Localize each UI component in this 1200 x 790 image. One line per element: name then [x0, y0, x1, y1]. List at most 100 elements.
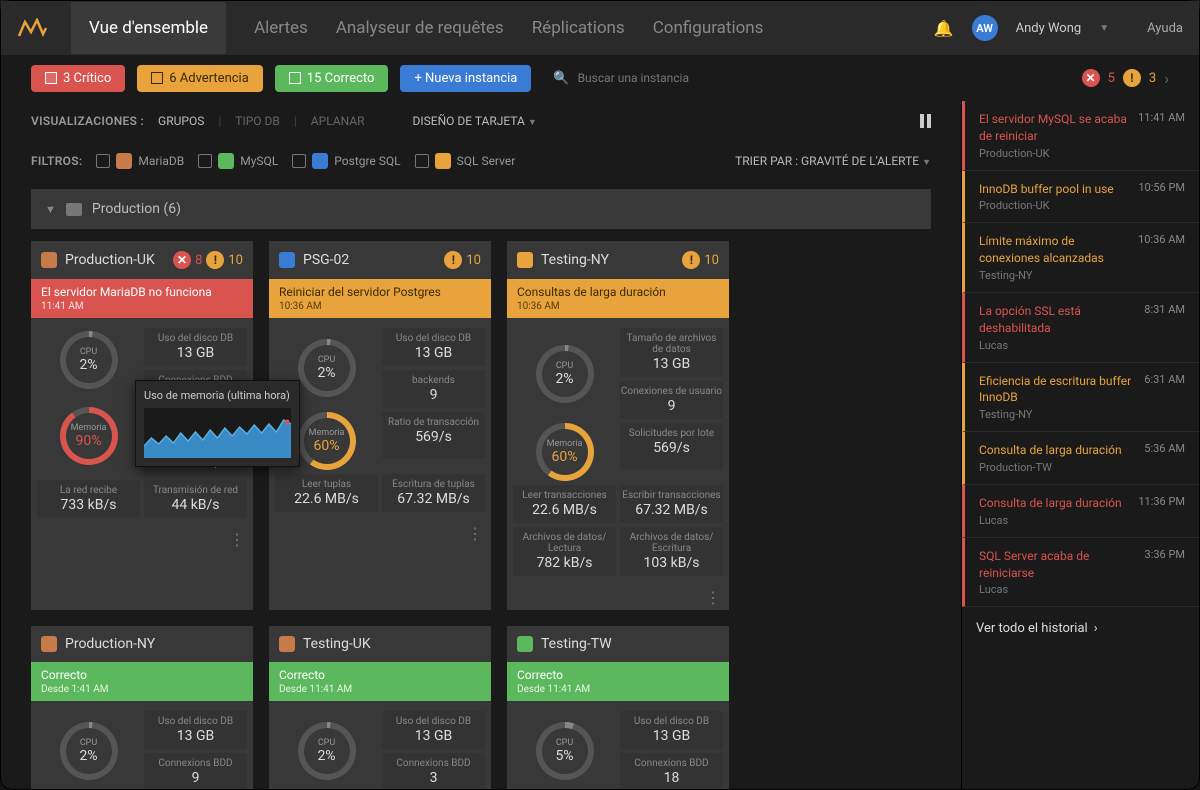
metric: Connexions BDD3	[382, 753, 485, 789]
checkbox[interactable]	[96, 154, 110, 168]
alert-item[interactable]: Consulta de larga duraciónProduction-TW5…	[962, 432, 1199, 485]
card-title: Testing-NY	[541, 252, 674, 268]
nav-tab[interactable]: Réplications	[532, 18, 625, 38]
folder-icon	[66, 203, 82, 216]
chevron-right-icon[interactable]: ›	[1164, 69, 1169, 88]
alert-title: SQL Server acaba de reiniciarse	[979, 548, 1137, 582]
memory-tooltip: Uso de memoria (ultima hora)	[135, 380, 300, 467]
collapse-icon[interactable]: ▼	[45, 203, 56, 216]
sort-dropdown[interactable]: TRIER PAR : GRAVITÉ DE L'ALERTE ▼	[735, 154, 931, 168]
alert-time: 5:36 AM	[1144, 442, 1185, 474]
chevron-down-icon[interactable]: ▼	[1099, 23, 1109, 34]
new-instance-button[interactable]: + Nueva instancia	[400, 65, 531, 92]
alert-title: Límite máximo de conexiones alcanzadas	[979, 233, 1130, 267]
alert-item[interactable]: Consulta de larga duraciónLucas11:36 PM	[962, 485, 1199, 538]
group-header[interactable]: ▼ Production (6)	[31, 189, 931, 229]
instance-card[interactable]: PSG-02!10Reiniciar del servidor Postgres…	[269, 241, 491, 610]
metric: Archivos de datos/ Escritura103 kB/s	[620, 527, 723, 576]
alert-source: Lucas	[979, 583, 1137, 596]
cpu-gauge: CPU2%	[37, 711, 140, 789]
metric: Uso del disco DB13 GB	[382, 328, 485, 366]
db-filter[interactable]: Postgre SQL	[292, 153, 400, 169]
kebab-icon[interactable]: ⋮	[467, 526, 483, 542]
pill-critical[interactable]: 3 Crítico	[31, 65, 125, 92]
alert-item[interactable]: La opción SSL está deshabilitadaLucas8:3…	[962, 293, 1199, 363]
card-design-dropdown[interactable]: DISEÑO DE TARJETA ▼	[413, 114, 537, 128]
view-flatten[interactable]: APLANAR	[311, 114, 365, 128]
nav-tab[interactable]: Analyseur de requêtes	[336, 18, 504, 38]
status-banner: CorrectoDesde 11:41 AM	[507, 662, 729, 701]
checkbox[interactable]	[198, 154, 212, 168]
alert-source: Production-UK	[979, 147, 1130, 160]
instance-card[interactable]: Production-NYCorrectoDesde 1:41 AMCPU2%U…	[31, 626, 253, 789]
kebab-icon[interactable]: ⋮	[229, 532, 245, 548]
alert-time: 3:36 PM	[1145, 548, 1185, 597]
metric: Connexions BDD18	[620, 753, 723, 789]
help-link[interactable]: Ayuda	[1147, 21, 1183, 36]
search-input[interactable]	[578, 71, 754, 85]
db-icon	[435, 153, 451, 169]
status-banner: Consultas de larga duración10:36 AM	[507, 279, 729, 318]
cpu-gauge: CPU2%	[37, 328, 140, 392]
pill-warning[interactable]: 6 Advertencia	[137, 65, 263, 92]
db-icon	[312, 153, 328, 169]
instance-card[interactable]: Testing-UKCorrectoDesde 11:41 AMCPU2%Uso…	[269, 626, 491, 789]
db-icon	[41, 252, 57, 268]
alert-item[interactable]: Eficiencia de escritura buffer InnoDBTes…	[962, 363, 1199, 433]
metric: Connexions BDD9	[144, 753, 247, 789]
nav-tab[interactable]: Configurations	[653, 18, 764, 38]
view-type[interactable]: TIPO DB	[235, 114, 280, 128]
status-banner: CorrectoDesde 1:41 AM	[31, 662, 253, 701]
metric: backends9	[382, 370, 485, 408]
cpu-gauge: CPU2%	[275, 711, 378, 789]
group-title: Production (6)	[92, 201, 181, 217]
error-badge-icon: ✕	[173, 251, 191, 269]
alert-item[interactable]: Límite máximo de conexiones alcanzadasTe…	[962, 223, 1199, 293]
metric: Archivos de datos/ Lectura782 kB/s	[513, 527, 616, 576]
memory-gauge: Memoria90%	[37, 396, 140, 476]
metric: Conexiones de usuario9	[620, 381, 723, 419]
alert-item[interactable]: InnoDB buffer pool in useProduction-UK10…	[962, 171, 1199, 224]
db-icon	[218, 153, 234, 169]
sparkline-chart	[144, 408, 291, 458]
nav-tab[interactable]: Vue d'ensemble	[71, 2, 226, 54]
view-history-link[interactable]: Ver todo el historial›	[962, 607, 1199, 650]
db-filter[interactable]: SQL Server	[415, 153, 516, 169]
db-filter[interactable]: MariaDB	[96, 153, 184, 169]
kebab-icon[interactable]: ⋮	[705, 590, 721, 606]
checkbox[interactable]	[415, 154, 429, 168]
alert-title: La opción SSL está deshabilitada	[979, 303, 1136, 337]
pill-ok[interactable]: 15 Correcto	[275, 65, 389, 92]
warn-badge-icon: !	[444, 251, 462, 269]
db-filter[interactable]: MySQL	[198, 153, 278, 169]
instance-card[interactable]: Testing-NY!10Consultas de larga duración…	[507, 241, 729, 610]
nav-tabs: Vue d'ensembleAlertesAnalyseur de requêt…	[71, 18, 763, 38]
pause-icon[interactable]	[920, 114, 931, 128]
cpu-gauge: CPU5%	[513, 711, 616, 789]
error-badge-icon[interactable]: ✕	[1082, 69, 1100, 87]
alert-time: 10:36 AM	[1138, 233, 1185, 282]
warn-badge-icon[interactable]: !	[1123, 69, 1141, 87]
status-banner: El servidor MariaDB no funciona11:41 AM	[31, 279, 253, 318]
metric: Transmisión de red44 kB/s	[144, 480, 247, 518]
card-grid: Production-UK✕8!10El servidor MariaDB no…	[31, 241, 931, 789]
alert-item[interactable]: SQL Server acaba de reiniciarseLucas 3:36…	[962, 538, 1199, 608]
alert-sidebar: El servidor MySQL se acaba de reiniciarP…	[961, 101, 1199, 789]
alert-source: Testing-NY	[979, 408, 1136, 421]
view-groups[interactable]: GRUPOS	[158, 114, 204, 128]
card-title: Testing-UK	[303, 636, 473, 652]
warn-badge-icon: !	[682, 251, 700, 269]
user-name[interactable]: Andy Wong	[1016, 21, 1082, 36]
bell-icon[interactable]: 🔔	[934, 19, 954, 38]
memory-gauge: Memoria60%	[513, 423, 616, 481]
alert-title: InnoDB buffer pool in use	[979, 181, 1130, 198]
alert-source: Lucas	[979, 514, 1130, 527]
search-box[interactable]: 🔍	[543, 65, 763, 92]
alert-item[interactable]: El servidor MySQL se acaba de reiniciarP…	[962, 101, 1199, 171]
warn-count: 3	[1149, 71, 1156, 86]
instance-card[interactable]: Testing-TWCorrectoDesde 11:41 AMCPU5%Uso…	[507, 626, 729, 789]
tooltip-title: Uso de memoria (ultima hora)	[144, 389, 291, 402]
avatar[interactable]: AW	[972, 15, 998, 41]
checkbox[interactable]	[292, 154, 306, 168]
nav-tab[interactable]: Alertes	[254, 18, 308, 38]
